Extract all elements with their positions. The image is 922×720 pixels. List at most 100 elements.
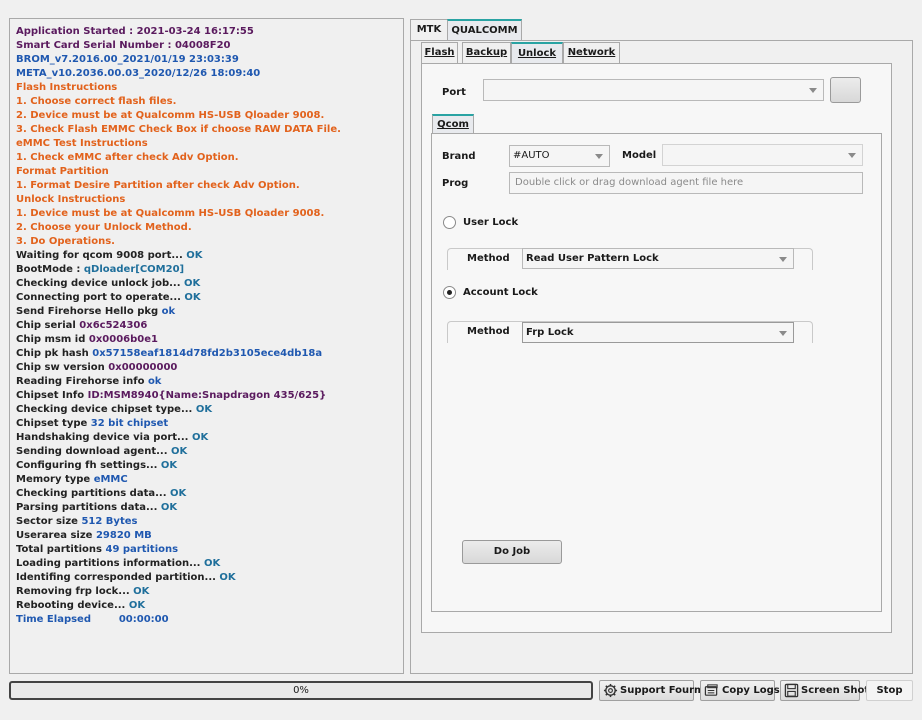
port-select[interactable] bbox=[483, 79, 824, 101]
log-text: 512 Bytes bbox=[81, 516, 138, 527]
log-text: 1. Format Desire Partition after check A… bbox=[16, 180, 300, 191]
brand-select[interactable]: #AUTO bbox=[509, 145, 610, 167]
log-line: Chip sw version 0x00000000 bbox=[16, 361, 403, 375]
user-lock-method-value: Read User Pattern Lock bbox=[526, 253, 659, 264]
copy-logs-button[interactable]: Copy Logs bbox=[700, 680, 780, 701]
account-lock-radio[interactable] bbox=[443, 286, 456, 299]
log-text: Flash Instructions bbox=[16, 82, 118, 93]
tab-network[interactable]: Network bbox=[563, 42, 620, 64]
log-line: Total partitions 49 partitions bbox=[16, 543, 403, 557]
log-text: eMMC Test Instructions bbox=[16, 138, 148, 149]
log-text: OK bbox=[170, 488, 187, 499]
log-line: META_v10.2036.00.03_2020/12/26 18:09:40 bbox=[16, 67, 403, 81]
brand-label: Brand bbox=[442, 151, 476, 162]
log-text: Send Firehorse Hello pkg bbox=[16, 306, 162, 317]
log-text: OK bbox=[160, 460, 178, 471]
tab-mtk[interactable]: MTK bbox=[410, 19, 448, 41]
screen-shot-label: Screen Shot bbox=[801, 685, 870, 696]
log-text: Rebooting device... bbox=[16, 600, 129, 611]
user-lock-method-select[interactable]: Read User Pattern Lock bbox=[522, 248, 794, 269]
log-line: Checking device chipset type... OK bbox=[16, 403, 403, 417]
log-text: Chipset Info bbox=[16, 390, 88, 401]
log-text: Checking device unlock job... bbox=[16, 278, 185, 289]
log-text: OK bbox=[160, 502, 178, 513]
log-line: Loading partitions information... OK bbox=[16, 557, 403, 571]
log-text: 2. Choose your Unlock Method. bbox=[16, 222, 192, 233]
log-line: Waiting for qcom 9008 port... OK bbox=[16, 249, 403, 263]
model-label: Model bbox=[622, 150, 657, 161]
log-text: OK bbox=[133, 586, 150, 597]
log-text: OK bbox=[195, 404, 213, 415]
log-text: 0x0006b0e1 bbox=[88, 334, 158, 345]
chevron-down-icon bbox=[809, 88, 817, 93]
tab-backup[interactable]: Backup bbox=[462, 42, 511, 64]
log-line: Configuring fh settings... OK bbox=[16, 459, 403, 473]
log-text: Chip sw version bbox=[16, 362, 109, 373]
log-text: Format Partition bbox=[16, 166, 109, 177]
log-text: Waiting for qcom 9008 port... bbox=[16, 250, 187, 261]
log-text: 3. Check Flash EMMC Check Box if choose … bbox=[16, 124, 341, 135]
tab-backup-label: Backup bbox=[465, 47, 508, 58]
log-line: Connecting port to operate... OK bbox=[16, 291, 403, 305]
prog-label: Prog bbox=[442, 178, 469, 189]
tab-flash-label: Flash bbox=[424, 47, 455, 58]
tab-qualcomm-label: QUALCOMM bbox=[451, 25, 518, 36]
log-line: Unlock Instructions bbox=[16, 193, 403, 207]
log-line: 1. Format Desire Partition after check A… bbox=[16, 179, 403, 193]
screen-shot-button[interactable]: Screen Shot bbox=[780, 680, 869, 701]
log-text: 0x6c524306 bbox=[79, 320, 148, 331]
log-line: Chip serial 0x6c524306 bbox=[16, 319, 403, 333]
log-line: 3. Do Operations. bbox=[16, 235, 403, 249]
stop-button[interactable]: Stop bbox=[866, 680, 913, 701]
log-text: 0x57158eaf1814d78fd2b3105ece4db18a bbox=[92, 348, 323, 359]
log-line: Handshaking device via port... OK bbox=[16, 431, 403, 445]
log-text: OK bbox=[171, 446, 188, 457]
log-line: Sending download agent... OK bbox=[16, 445, 403, 459]
do-job-button[interactable]: Do Job bbox=[462, 540, 562, 564]
prog-placeholder: Double click or drag download agent file… bbox=[515, 177, 744, 188]
support-forum-button[interactable]: Support Fourm bbox=[599, 680, 704, 701]
log-text: 1. Check eMMC after check Adv Option. bbox=[16, 152, 239, 163]
do-job-label: Do Job bbox=[493, 546, 531, 557]
log-text: 1. Device must be at Qualcomm HS-USB Qlo… bbox=[16, 208, 325, 219]
user-lock-radio[interactable] bbox=[443, 216, 456, 229]
tab-unlock-label: Unlock bbox=[517, 48, 557, 59]
tab-qualcomm[interactable]: QUALCOMM bbox=[447, 19, 522, 41]
tab-qcom[interactable]: Qcom bbox=[432, 114, 474, 134]
log-text: Chipset type bbox=[16, 418, 91, 429]
model-select[interactable] bbox=[662, 144, 863, 166]
log-text: Chip msm id bbox=[16, 334, 89, 345]
log-text: Identifing corresponded partition... bbox=[16, 572, 220, 583]
log-line: Identifing corresponded partition... OK bbox=[16, 571, 403, 585]
log-line: 1. Check eMMC after check Adv Option. bbox=[16, 151, 403, 165]
log-text: Total partitions bbox=[16, 544, 106, 555]
progress-text: 0% bbox=[293, 685, 309, 696]
log-line: Reading Firehorse info ok bbox=[16, 375, 403, 389]
save-icon bbox=[784, 683, 799, 698]
log-line: 1. Choose correct flash files. bbox=[16, 95, 403, 109]
chevron-down-icon bbox=[595, 154, 603, 159]
log-text: OK bbox=[191, 432, 209, 443]
port-label: Port bbox=[442, 87, 466, 98]
log-panel[interactable]: Application Started : 2021-03-24 16:17:5… bbox=[9, 18, 404, 674]
log-line: Sector size 512 Bytes bbox=[16, 515, 403, 529]
log-line: Checking partitions data... OK bbox=[16, 487, 403, 501]
log-text: 1. Choose correct flash files. bbox=[16, 96, 177, 107]
tab-unlock[interactable]: Unlock bbox=[511, 42, 563, 64]
log-text: OK bbox=[184, 278, 201, 289]
progress-bar: 0% bbox=[9, 681, 593, 700]
log-line: 1. Device must be at Qualcomm HS-USB Qlo… bbox=[16, 207, 403, 221]
log-text: Chip pk hash bbox=[16, 348, 93, 359]
log-line: 2. Choose your Unlock Method. bbox=[16, 221, 403, 235]
prog-input[interactable]: Double click or drag download agent file… bbox=[509, 172, 863, 194]
log-line: Send Firehorse Hello pkg ok bbox=[16, 305, 403, 319]
tab-flash[interactable]: Flash bbox=[421, 42, 458, 64]
log-text: BootMode : bbox=[16, 264, 84, 275]
account-lock-method-label: Method bbox=[467, 326, 510, 337]
log-text: OK bbox=[186, 250, 203, 261]
log-text: 2. Device must be at Qualcomm HS-USB Qlo… bbox=[16, 110, 325, 121]
refresh-port-button[interactable] bbox=[830, 77, 861, 103]
log-line: 2. Device must be at Qualcomm HS-USB Qlo… bbox=[16, 109, 403, 123]
tab-network-label: Network bbox=[567, 47, 616, 58]
account-lock-method-select[interactable]: Frp Lock bbox=[522, 322, 794, 343]
